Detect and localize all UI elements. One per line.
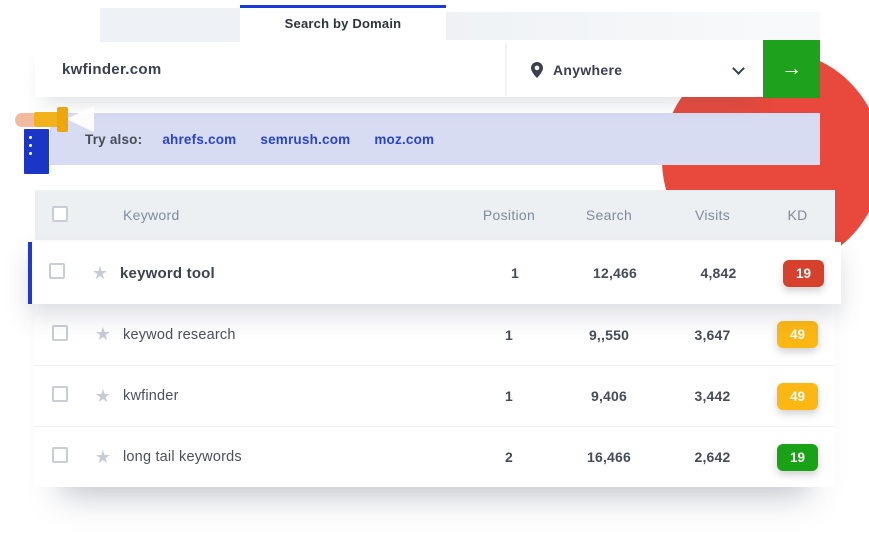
arrow-right-icon: → [781,57,802,81]
visits-cell: 3,442 [665,388,760,404]
visits-cell: 4,842 [671,265,766,281]
position-cell: 1 [465,327,553,343]
suggestions-label: Try also: [85,132,142,147]
domain-search-bar: kwfinder.com Anywhere [35,42,763,97]
suggestion-link-semrush[interactable]: semrush.com [260,132,350,147]
table-row[interactable]: ★ keyword tool 1 12,466 4,842 19 [28,242,841,304]
kd-badge[interactable]: 19 [783,260,824,287]
row-checkbox[interactable] [52,325,68,341]
keyword-cell: kwfinder [123,388,465,404]
kwfinder-search-by-domain-screen: Search by Domain kwfinder.com Anywhere →… [0,0,869,535]
row-checkbox[interactable] [49,263,65,279]
row-checkbox[interactable] [52,386,68,402]
select-all-checkbox[interactable] [52,206,68,222]
tab-inactive-left[interactable] [100,8,240,42]
kd-badge[interactable]: 19 [777,444,818,471]
table-header-row: Keyword Position Search Visits KD [35,190,835,240]
search-cell: 9,406 [553,388,665,404]
keyword-cell: keyword tool [120,265,471,282]
header-keyword: Keyword [123,207,465,223]
table-row[interactable]: ★ kwfinder 1 9,406 3,442 49 [35,365,835,426]
location-value: Anywhere [553,62,622,78]
location-dropdown[interactable]: Anywhere [505,43,763,96]
blue-card-illustration [24,129,49,174]
keyword-results-table: Keyword Position Search Visits KD ★ keyw… [35,190,835,487]
position-cell: 2 [465,449,553,465]
star-icon[interactable]: ★ [83,324,123,345]
suggestion-link-ahrefs[interactable]: ahrefs.com [162,132,236,147]
header-position: Position [465,207,553,223]
star-icon[interactable]: ★ [80,263,120,284]
row-checkbox[interactable] [52,447,68,463]
table-row[interactable]: ★ long tail keywords 2 16,466 2,642 19 [35,426,835,487]
kd-badge[interactable]: 49 [777,383,818,410]
search-cell: 16,466 [553,449,665,465]
tab-bar-right-strip [446,12,820,40]
search-cell: 9,,550 [553,327,665,343]
location-pin-icon [531,62,543,78]
suggestion-link-moz[interactable]: moz.com [374,132,434,147]
search-submit-button[interactable]: → [763,40,820,98]
tab-search-by-domain[interactable]: Search by Domain [240,5,446,42]
header-search: Search [553,207,665,223]
suggestions-bar: Try also: ahrefs.com semrush.com moz.com [50,113,820,165]
header-kd: KD [760,207,835,223]
visits-cell: 3,647 [665,327,760,343]
table-row[interactable]: ★ keywod research 1 9,,550 3,647 49 [35,304,835,365]
star-icon[interactable]: ★ [83,386,123,407]
star-icon[interactable]: ★ [83,447,123,468]
domain-search-input[interactable]: kwfinder.com [62,42,161,97]
flashlight-head-icon [57,107,68,132]
visits-cell: 2,642 [665,449,760,465]
chevron-down-icon [732,62,745,75]
header-visits: Visits [665,207,760,223]
position-cell: 1 [471,265,559,281]
keyword-cell: long tail keywords [123,449,465,465]
kd-badge[interactable]: 49 [777,321,818,348]
keyword-cell: keywod research [123,327,465,343]
position-cell: 1 [465,388,553,404]
flashlight-beam [66,106,94,132]
search-cell: 12,466 [559,265,671,281]
